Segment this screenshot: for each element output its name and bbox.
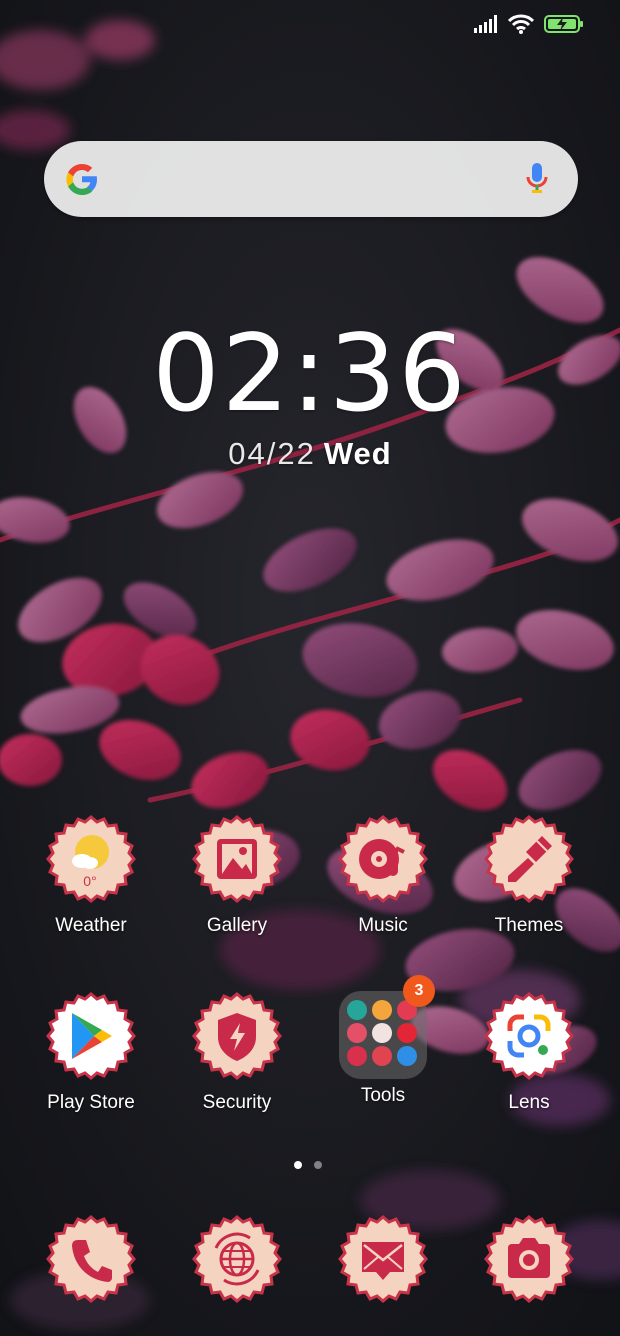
phone-icon (46, 1215, 136, 1303)
notification-badge: 3 (403, 975, 435, 1007)
gallery-icon (192, 815, 282, 903)
status-bar (474, 14, 584, 34)
dock-phone[interactable] (26, 1214, 156, 1309)
page-dot[interactable] (314, 1161, 322, 1169)
folder-icon: 3 (339, 975, 435, 1079)
app-security[interactable]: Security (172, 991, 302, 1114)
app-label-tools: Tools (360, 1085, 406, 1106)
dock-browser[interactable] (172, 1214, 302, 1309)
app-play-store[interactable]: Play Store (26, 991, 156, 1114)
google-search-bar[interactable] (44, 141, 578, 217)
page-dot-active[interactable] (294, 1161, 302, 1169)
app-music[interactable]: Music (318, 814, 448, 937)
app-label-play-store: Play Store (47, 1092, 135, 1113)
dock-camera[interactable] (464, 1214, 594, 1309)
clock-minutes: 36 (328, 312, 468, 435)
battery-charging-icon (544, 15, 583, 33)
folder-preview-grid (347, 1000, 419, 1066)
app-weather[interactable]: 0° Weather (26, 814, 156, 937)
app-label-lens: Lens (508, 1092, 550, 1113)
app-lens[interactable]: Lens (464, 991, 594, 1114)
app-label-weather: Weather (55, 915, 127, 936)
weather-temperature: 0° (83, 873, 96, 889)
clock-separator: : (291, 312, 329, 435)
lens-icon (484, 992, 574, 1080)
app-label-music: Music (358, 915, 408, 936)
app-label-themes: Themes (494, 915, 564, 936)
google-g-icon (66, 164, 97, 195)
camera-icon (484, 1215, 574, 1303)
date-display[interactable]: 04/22 Wed (0, 436, 620, 472)
weather-icon: 0° (46, 815, 136, 903)
lockscreen-clock[interactable]: 02:36 (0, 312, 620, 435)
dock-messaging[interactable] (318, 1214, 448, 1309)
security-shield-icon (192, 992, 282, 1080)
messaging-icon (338, 1215, 428, 1303)
app-tools-folder[interactable]: 3 Tools (318, 975, 448, 1107)
app-themes[interactable]: Themes (464, 814, 594, 937)
clock-hours: 02 (152, 312, 292, 435)
app-gallery[interactable]: Gallery (172, 814, 302, 937)
music-icon (338, 815, 428, 903)
signal-icon (474, 15, 497, 33)
wifi-icon (508, 14, 534, 34)
app-label-security: Security (202, 1092, 272, 1113)
date-text: 04/22 (228, 436, 316, 471)
weekday-text: Wed (323, 436, 392, 471)
mic-icon[interactable] (526, 162, 548, 196)
play-store-icon (46, 992, 136, 1080)
page-indicator (294, 1161, 322, 1169)
app-label-gallery: Gallery (206, 915, 268, 936)
themes-brush-icon (484, 815, 574, 903)
browser-globe-icon (192, 1215, 282, 1303)
